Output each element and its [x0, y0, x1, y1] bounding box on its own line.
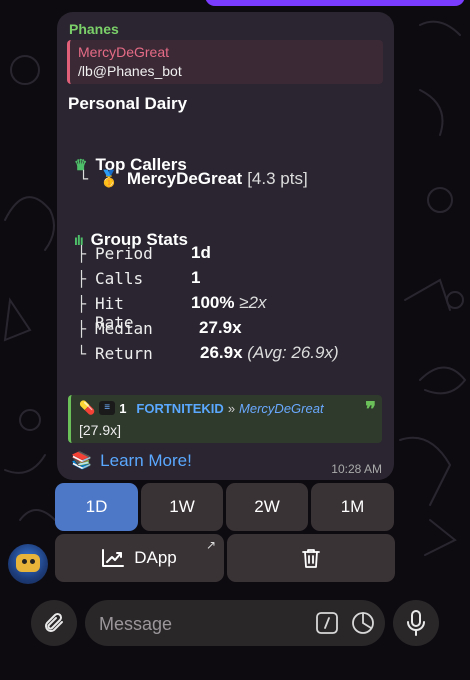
- timer-icon[interactable]: [351, 611, 375, 635]
- message-title: Personal Dairy: [68, 94, 188, 113]
- message-timestamp: 10:28 AM: [331, 462, 382, 476]
- reply-text: /lb@Phanes_bot: [78, 63, 182, 79]
- stat-value: 26.9x (Avg: 26.9x): [200, 343, 339, 362]
- stat-value: 1d: [191, 243, 211, 262]
- period-button-1m[interactable]: 1M: [311, 483, 394, 531]
- chain-logo-icon: ≡: [99, 401, 116, 415]
- attach-icon: [45, 612, 63, 632]
- avatar-eye: [30, 559, 35, 564]
- attach-button[interactable]: [31, 600, 77, 646]
- chart-icon: [102, 549, 125, 567]
- period-button-2w[interactable]: 2W: [226, 483, 308, 531]
- stat-value: 27.9x: [199, 318, 242, 337]
- tree-branch: └: [79, 170, 89, 188]
- call-quote-block[interactable]: 💊 ≡ 1 FORTNITEKID » MercyDeGreat ❞ [27.9…: [68, 395, 382, 443]
- avatar-face: [16, 554, 40, 572]
- bot-message-bubble: Phanes MercyDeGreat /lb@Phanes_bot Perso…: [57, 12, 394, 480]
- stat-label: Median: [95, 319, 153, 338]
- stat-value: 1: [191, 268, 201, 287]
- stat-label: Calls: [95, 269, 144, 288]
- tree-branch: ├: [77, 270, 87, 288]
- delete-button[interactable]: [227, 534, 395, 582]
- bot-avatar[interactable]: [8, 544, 48, 584]
- dapp-button[interactable]: DApp ↗: [55, 534, 224, 582]
- slash-command-icon[interactable]: [316, 612, 338, 634]
- trash-icon: [302, 548, 320, 568]
- pill-icon: 💊: [79, 400, 96, 415]
- stat-label: Period: [95, 244, 153, 263]
- stat-value: 100% ≥2x: [191, 293, 267, 312]
- call-multiplier: [27.9x]: [79, 422, 122, 438]
- mic-icon: [407, 610, 425, 636]
- reply-author: MercyDeGreat: [78, 44, 170, 60]
- tree-branch: ├: [77, 245, 87, 263]
- reply-preview[interactable]: MercyDeGreat /lb@Phanes_bot: [67, 40, 383, 84]
- message-input[interactable]: Message: [85, 600, 385, 646]
- top-caller-name: MercyDeGreat: [126, 169, 243, 188]
- caller-link[interactable]: MercyDeGreat: [239, 401, 324, 416]
- top-caller-row: └ 🥇 MercyDeGreat [4.3 pts]: [79, 169, 308, 189]
- period-button-1w[interactable]: 1W: [141, 483, 223, 531]
- top-caller-points: [4.3 pts]: [247, 169, 308, 188]
- quote-mark-icon: ❞: [365, 399, 376, 421]
- avatar-eye: [22, 559, 27, 564]
- separator: »: [227, 400, 236, 416]
- tree-branch: ├: [77, 320, 87, 338]
- tree-branch: └: [77, 345, 87, 363]
- stat-label: Return: [95, 344, 153, 363]
- learn-more-row: 📚 Learn More!: [71, 451, 192, 471]
- books-icon: 📚: [71, 451, 93, 470]
- mic-button[interactable]: [393, 600, 439, 646]
- message-placeholder: Message: [99, 614, 173, 634]
- token-name[interactable]: FORTNITEKID: [136, 401, 223, 416]
- call-quote-header: 💊 ≡ 1 FORTNITEKID » MercyDeGreat: [79, 400, 324, 416]
- period-button-1d[interactable]: 1D: [55, 483, 138, 531]
- call-count: 1: [119, 400, 127, 416]
- learn-more-link[interactable]: Learn More!: [100, 451, 192, 471]
- sender-name[interactable]: Phanes: [69, 21, 119, 37]
- external-link-icon: ↗: [205, 538, 216, 552]
- dapp-label: DApp: [134, 548, 177, 567]
- tree-branch: ├: [77, 295, 87, 313]
- previous-message-edge: [205, 0, 465, 6]
- medal-icon: 🥇: [99, 171, 119, 188]
